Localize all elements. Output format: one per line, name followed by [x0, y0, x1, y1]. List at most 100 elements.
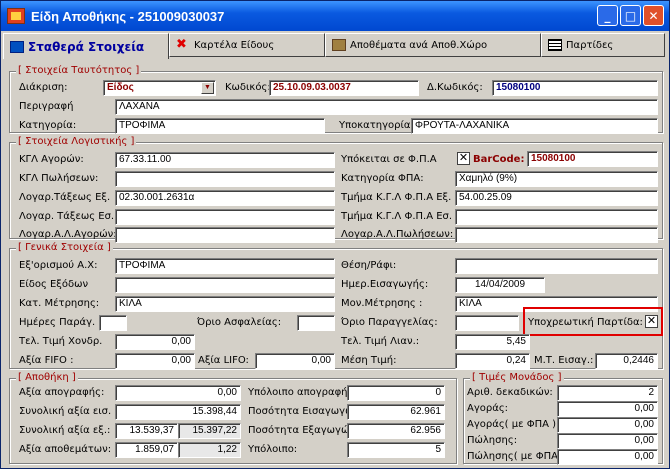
description-input[interactable]: ΛΑΧΑΝΑ — [115, 99, 658, 115]
field-label: Συνολική αξία εισ. — [19, 406, 112, 417]
memo-account-in-input[interactable] — [115, 209, 335, 225]
field-label: Αξία LIFO: — [198, 355, 249, 366]
import-date-input[interactable]: 14/04/2009 — [455, 277, 545, 293]
field-label: Ημερ.Εισαγωγής: — [341, 279, 429, 290]
field-label: Κατ. Μέτρησης: — [19, 298, 100, 309]
order-limit-input[interactable] — [455, 315, 519, 331]
al-sales-account-input[interactable] — [455, 227, 658, 243]
vat-category-input[interactable]: Χαμηλό (9%) — [455, 171, 658, 187]
total-out-value-secondary: 15.397,22 — [178, 423, 241, 439]
al-purchase-account-input[interactable] — [115, 227, 335, 243]
field-label: Πώλησης( με ΦΠΑ ) — [467, 451, 566, 462]
avg-import-price-input[interactable]: 0,2446 — [595, 353, 658, 369]
field-label: Πώλησης: — [467, 435, 518, 446]
inventory-balance-input[interactable]: 0 — [347, 385, 445, 401]
purchase-price-input[interactable]: 0,00 — [557, 401, 658, 417]
field-label: Τελ. Τιμή Χονδρ. — [19, 336, 103, 347]
vat-checkbox[interactable]: ✕ — [457, 152, 470, 165]
vat-out-account-input[interactable]: 54.00.25.09 — [455, 190, 658, 206]
average-price-input[interactable]: 0,24 — [455, 353, 530, 369]
field-label: Αγοράς( με ΦΠΑ ) — [467, 419, 557, 430]
field-label: Ποσότητα Εξαγωγών — [248, 425, 355, 436]
type-select[interactable]: Είδος ▼ — [103, 80, 216, 96]
field-label: Θέση/Ράφι: — [341, 260, 397, 271]
field-label: Όριο Ασφαλείας: — [197, 317, 282, 328]
field-label: Κατηγορία ΦΠΑ: — [341, 173, 424, 184]
barcode-input[interactable]: 15080100 — [527, 151, 658, 167]
red-x-icon: ✖ — [176, 37, 187, 52]
purchase-account-input[interactable]: 67.33.11.00 — [115, 152, 335, 168]
field-label: ΚΓΛ Πωλήσεων: — [19, 173, 99, 184]
alt-code-input[interactable]: 15080100 — [492, 80, 658, 96]
minimize-button[interactable]: _ — [597, 5, 618, 26]
type-select-value: Είδος — [107, 82, 134, 93]
group-legend: [ Στοιχεία Ταυτότητος ] — [16, 65, 142, 76]
field-label: Δ.Κωδικός: — [427, 82, 483, 93]
chevron-down-icon[interactable]: ▼ — [201, 82, 214, 94]
field-label: Είδος Εξόδων — [19, 279, 89, 290]
vat-in-account-input[interactable] — [455, 209, 658, 225]
tab-label: Παρτίδες — [566, 39, 614, 51]
balance-input[interactable]: 5 — [347, 442, 445, 458]
tab-item-card[interactable]: ✖ Καρτέλα Είδους — [169, 33, 325, 57]
safety-limit-input[interactable] — [297, 315, 335, 331]
tab-fixed-data[interactable]: Σταθερά Στοιχεία — [3, 33, 169, 59]
field-label: BarCode: — [473, 154, 525, 165]
field-label: Υπόλοιπο απογραφής: — [248, 387, 357, 398]
expense-type-input[interactable] — [115, 277, 335, 293]
window-title: Είδη Αποθήκης - 251009030037 — [31, 8, 225, 24]
close-button[interactable]: ✕ — [643, 5, 664, 26]
field-label: Τελ. Τιμή Λιαν.: — [341, 336, 420, 347]
maximize-button[interactable]: □ — [620, 5, 641, 26]
grid-icon — [548, 39, 562, 51]
last-wholesale-price-input[interactable]: 0,00 — [115, 334, 195, 350]
category-input[interactable]: ΤΡΟΦΙΜΑ — [115, 118, 325, 134]
purchase-price-vat-input[interactable]: 0,00 — [557, 417, 658, 433]
group-legend: [ Στοιχεία Λογιστικής ] — [16, 136, 137, 147]
default-warehouse-input[interactable]: ΤΡΟΦΙΜΑ — [115, 258, 335, 274]
warehouse-app-icon — [7, 8, 25, 24]
stock-value-input[interactable]: 1.859,07 — [115, 442, 178, 458]
code-input[interactable]: 25.10.09.03.0037 — [269, 80, 419, 96]
subcategory-input[interactable]: ΦΡΟΥΤΑ-ΛΑΧΑΝΙΚΑ — [411, 118, 658, 134]
import-quantity-input[interactable]: 62.961 — [347, 404, 445, 420]
field-label: Ημέρες Παράγ. — [19, 317, 96, 328]
field-label: Υποχρεωτική Παρτίδα: — [528, 317, 643, 328]
field-label: Αριθ. δεκαδικών: — [467, 387, 553, 398]
lifo-value-input[interactable]: 0,00 — [255, 353, 335, 369]
group-legend: [ Γενικά Στοιχεία ] — [16, 242, 113, 253]
tab-label: Σταθερά Στοιχεία — [28, 39, 145, 54]
field-label: Μέση Τιμή: — [341, 355, 397, 366]
field-label: Κατηγορία: — [19, 120, 77, 131]
book-icon — [10, 40, 24, 53]
sale-price-input[interactable]: 0,00 — [557, 433, 658, 449]
total-out-value-input[interactable]: 13.539,37 — [115, 423, 178, 439]
measure-category-input[interactable]: ΚΙΛΑ — [115, 296, 335, 312]
field-label: Συνολική αξία εξ.: — [19, 425, 111, 436]
field-label: Μ.Τ. Εισαγ.: — [534, 355, 594, 366]
field-label: Λογαρ.Τάξεως Εξ. — [19, 192, 111, 203]
field-label: Αξία απογραφής: — [19, 387, 105, 398]
stock-value-secondary: 1,22 — [178, 442, 241, 458]
total-in-value-input[interactable]: 15.398,44 — [115, 404, 241, 420]
decimals-input[interactable]: 2 — [557, 385, 658, 401]
field-label: ΚΓΛ Αγορών: — [19, 154, 84, 165]
tab-label: Αποθέματα ανά Αποθ.Χώρο — [350, 39, 488, 51]
tab-bar: Σταθερά Στοιχεία ✖ Καρτέλα Είδους Αποθέμ… — [3, 33, 667, 59]
required-batch-checkbox[interactable]: ✕ — [645, 315, 658, 328]
shelf-input[interactable] — [455, 258, 658, 274]
export-quantity-input[interactable]: 62.956 — [347, 423, 445, 439]
tab-batches[interactable]: Παρτίδες — [541, 33, 665, 57]
fifo-value-input[interactable]: 0,00 — [115, 353, 195, 369]
title-bar[interactable]: Είδη Αποθήκης - 251009030037 _ □ ✕ — [1, 1, 669, 31]
field-label: Αγοράς: — [467, 403, 509, 414]
tab-stock-by-location[interactable]: Αποθέματα ανά Αποθ.Χώρο — [325, 33, 541, 57]
sales-account-input[interactable] — [115, 171, 335, 187]
memo-account-out-input[interactable]: 02.30.001.2631α — [115, 190, 335, 206]
production-days-input[interactable] — [99, 315, 127, 331]
last-retail-price-input[interactable]: 5,45 — [455, 334, 530, 350]
inventory-value-input[interactable]: 0,00 — [115, 385, 241, 401]
field-label: Διάκριση: — [19, 82, 68, 93]
field-label: Υπόλοιπο: — [248, 444, 298, 455]
sale-price-vat-input[interactable]: 0,00 — [557, 449, 658, 465]
